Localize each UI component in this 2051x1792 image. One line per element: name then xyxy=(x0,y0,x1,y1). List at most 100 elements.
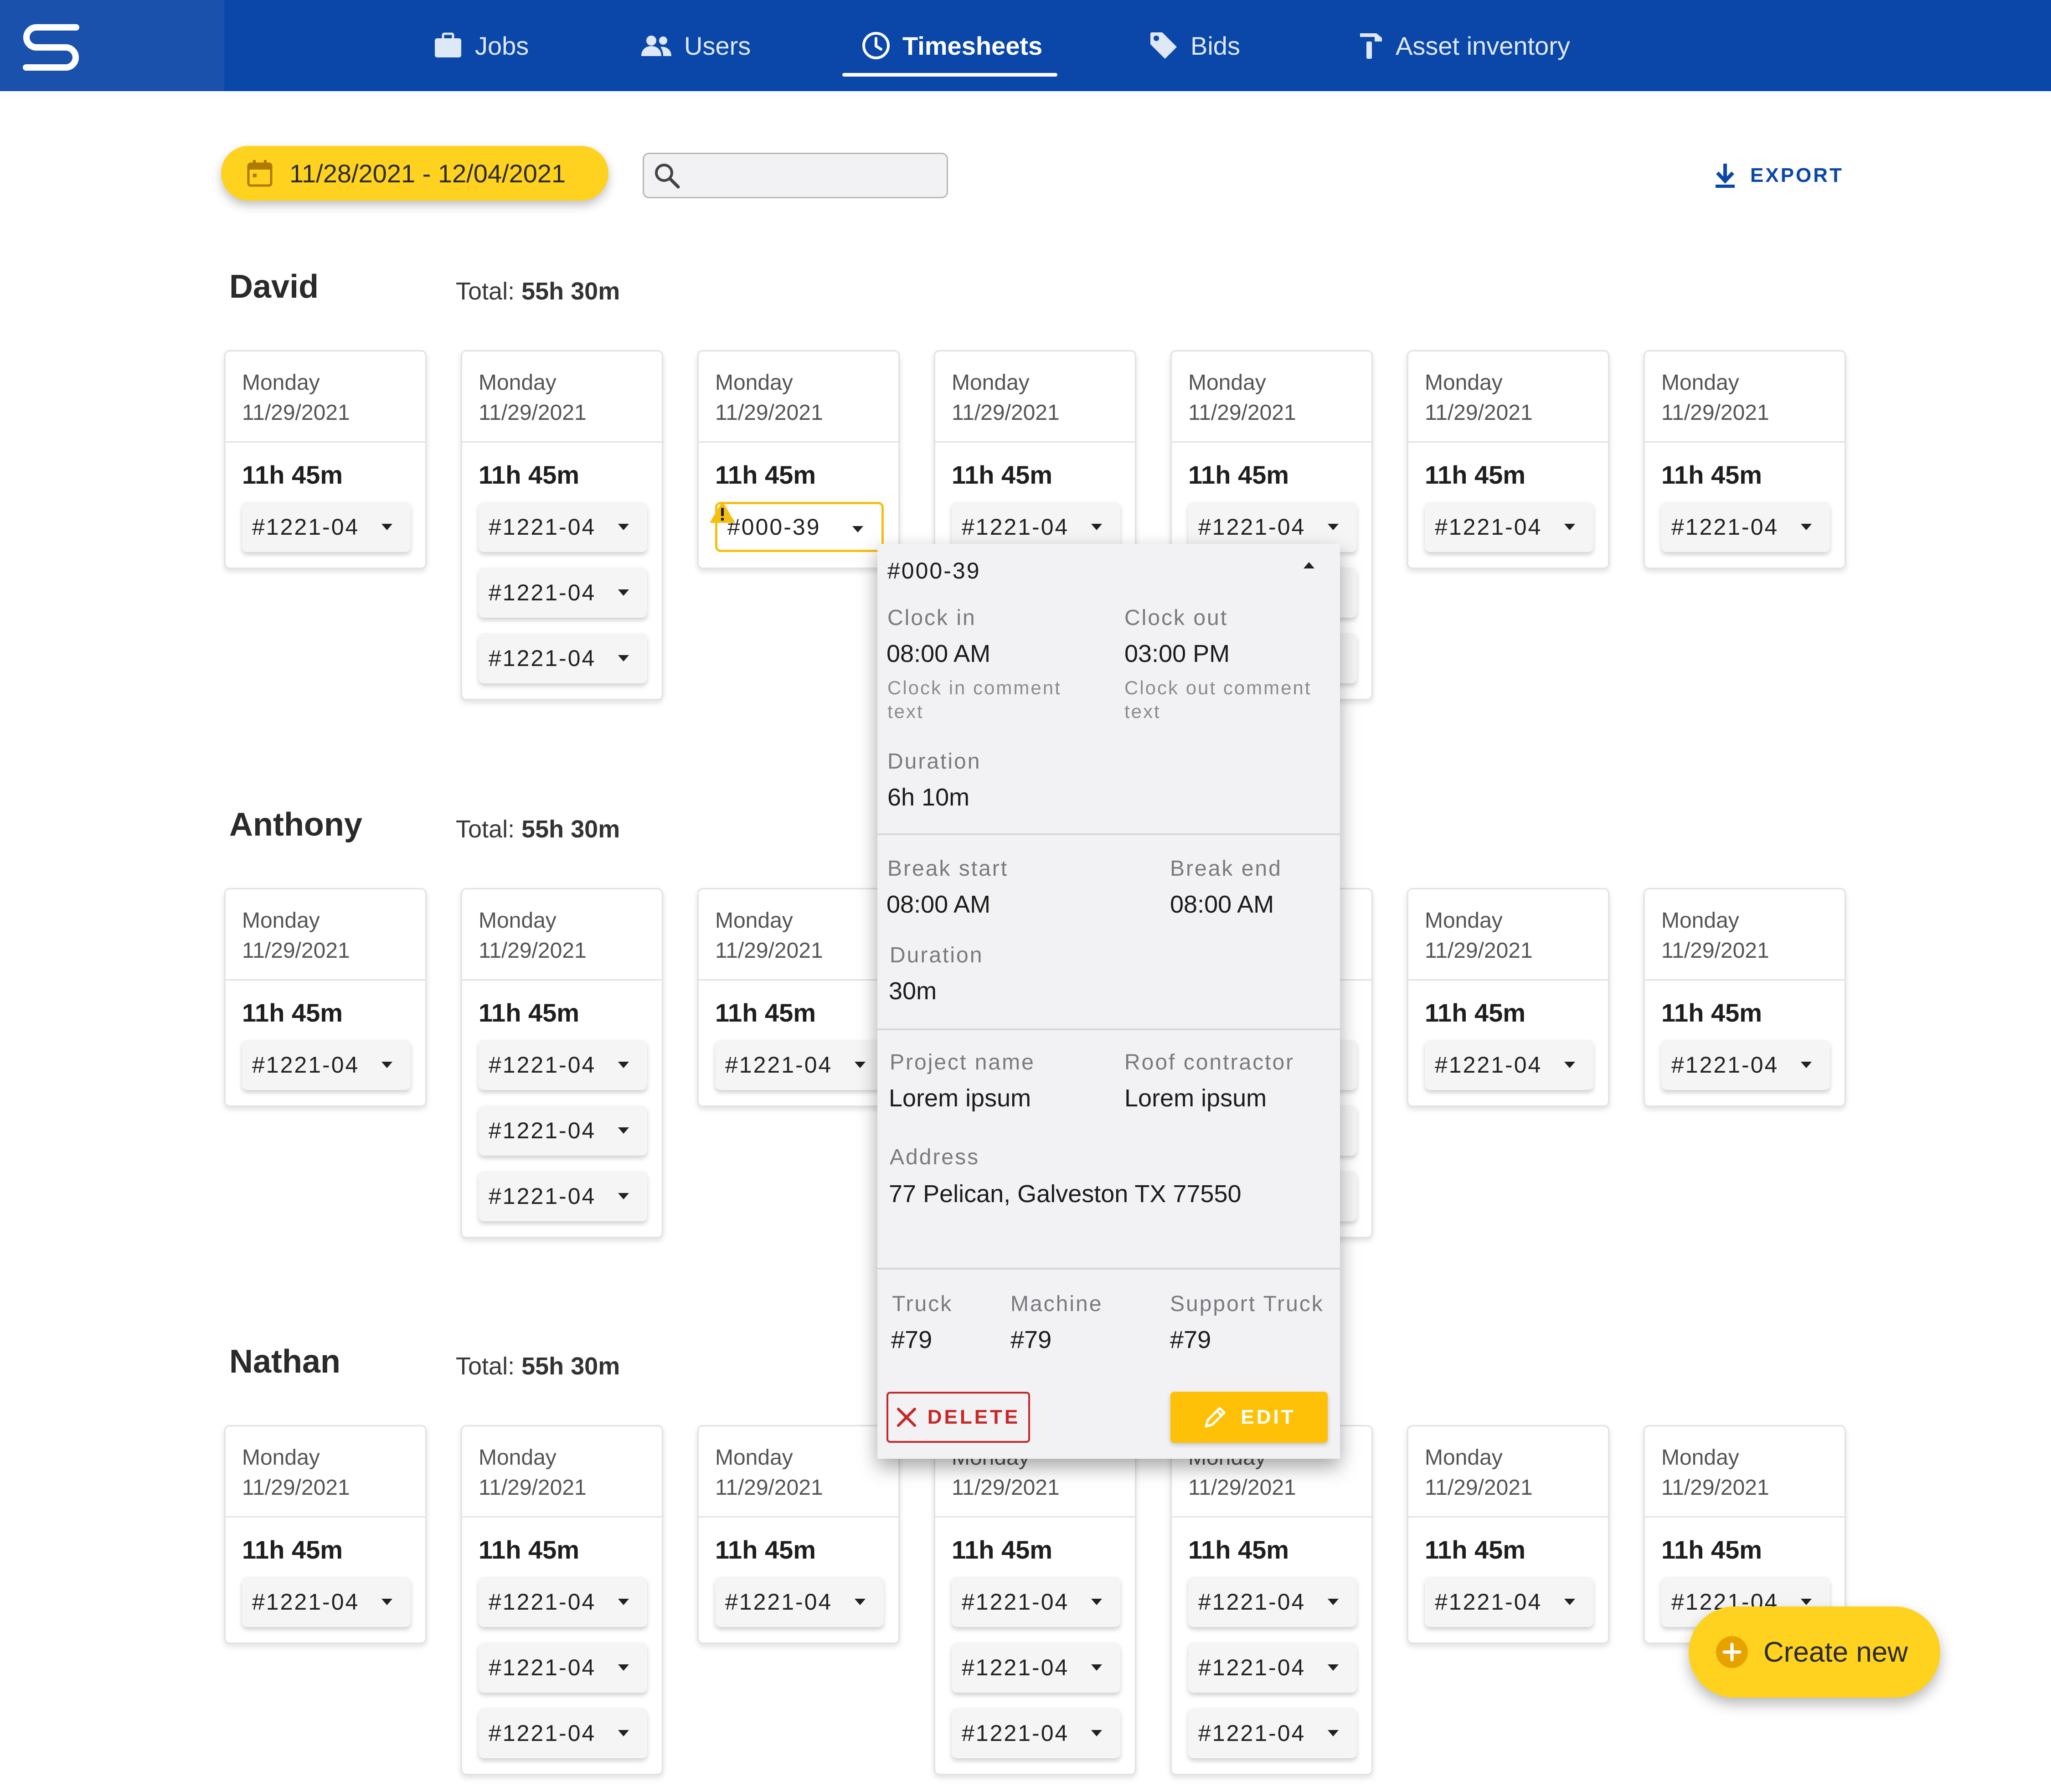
popover-divider xyxy=(877,1028,1340,1030)
day-card[interactable]: Monday11/29/202111h 45m#1221-04#1221-04#… xyxy=(461,888,663,1238)
nav-asset-inventory[interactable]: Asset inventory xyxy=(1358,0,1570,91)
job-select[interactable]: #1221-04 xyxy=(952,1642,1120,1693)
job-select[interactable]: #1221-04 xyxy=(1188,1577,1357,1627)
search-input[interactable] xyxy=(687,163,942,188)
day-card[interactable]: Monday 11/29/2021 11h 45m #1221-04 xyxy=(224,350,427,569)
day-card[interactable]: Monday11/29/202111h 45m#1221-04#1221-04#… xyxy=(1170,1425,1373,1775)
job-select[interactable]: #1221-04 xyxy=(1425,1040,1593,1090)
nav-users-label: Users xyxy=(684,31,751,60)
clock-out-value: 03:00 PM xyxy=(1124,640,1230,667)
day-card[interactable]: Monday 11/29/2021 11h 45m #1221-04 xyxy=(224,1425,427,1644)
day-card-header: Monday 11/29/2021 xyxy=(699,1426,898,1518)
day-card-header: Monday 11/29/2021 xyxy=(699,351,898,443)
job-select[interactable]: #1221-04 xyxy=(479,1171,647,1221)
job-select[interactable]: #1221-04 xyxy=(479,502,647,552)
job-select[interactable]: #1221-04 xyxy=(479,568,647,618)
job-number: #1221-04 xyxy=(489,1183,596,1209)
day-date: 11/29/2021 xyxy=(1188,1476,1296,1500)
job-number: #1221-04 xyxy=(489,1655,596,1680)
popover-divider xyxy=(877,1268,1340,1270)
nav-asset-inventory-label: Asset inventory xyxy=(1396,31,1570,60)
job-select[interactable]: #1221-04 xyxy=(952,1577,1120,1627)
job-select[interactable]: #1221-04 xyxy=(479,1642,647,1693)
caret-down-icon xyxy=(1328,1599,1339,1605)
day-card[interactable]: Monday 11/29/2021 11h 45m #1221-04 xyxy=(1644,350,1846,569)
day-card[interactable]: Monday 11/29/2021 11h 45m #000-39 xyxy=(697,350,900,569)
nav-jobs[interactable]: Jobs xyxy=(433,0,529,91)
day-card[interactable]: Monday 11/29/2021 11h 45m #1221-04 xyxy=(697,888,900,1107)
active-tab-indicator xyxy=(842,73,1057,77)
create-new-button[interactable]: Create new xyxy=(1689,1606,1940,1698)
job-select[interactable]: #000-39 xyxy=(715,502,884,552)
caret-down-icon xyxy=(618,1127,629,1134)
day-date: 11/29/2021 xyxy=(479,1476,587,1500)
job-select[interactable]: #1221-04 xyxy=(715,1577,884,1627)
logo[interactable] xyxy=(0,0,224,91)
day-card[interactable]: Monday 11/29/2021 11h 45m #1221-04 xyxy=(1407,1425,1609,1644)
download-icon xyxy=(1716,164,1735,188)
day-card[interactable]: Monday11/29/202111h 45m#1221-04#1221-04#… xyxy=(461,1425,663,1775)
day-card-header: Monday 11/29/2021 xyxy=(462,889,662,981)
day-card[interactable]: Monday 11/29/2021 11h 45m #1221-04 xyxy=(697,1425,900,1644)
day-card[interactable]: Monday11/29/202111h 45m#1221-04#1221-04#… xyxy=(934,1425,1136,1775)
day-card[interactable]: Monday 11/29/2021 11h 45m #1221-04 xyxy=(224,888,427,1107)
day-card-header: Monday 11/29/2021 xyxy=(1408,889,1608,981)
roof-contractor-label: Roof contractor xyxy=(1124,1050,1295,1074)
day-card[interactable]: Monday 11/29/2021 11h 45m #1221-04 xyxy=(1644,888,1846,1107)
search-field[interactable] xyxy=(643,153,948,198)
clock-out-comment: Clock out comment text xyxy=(1124,677,1312,722)
nav-bids[interactable]: Bids xyxy=(1149,0,1240,91)
job-select[interactable]: #1221-04 xyxy=(1425,1577,1593,1627)
job-select[interactable]: #1221-04 xyxy=(479,633,647,683)
day-date: 11/29/2021 xyxy=(1188,401,1296,425)
job-select[interactable]: #1221-04 xyxy=(1188,1708,1357,1758)
day-name: Monday xyxy=(479,371,557,395)
day-date: 11/29/2021 xyxy=(242,939,350,963)
job-select[interactable]: #1221-04 xyxy=(1425,502,1593,552)
caret-down-icon xyxy=(618,1599,629,1605)
job-select[interactable]: #1221-04 xyxy=(1188,1642,1357,1693)
date-range-picker[interactable]: 11/28/2021 - 12/04/2021 xyxy=(221,146,608,201)
job-select[interactable]: #1221-04 xyxy=(479,1105,647,1156)
brand-logo-icon xyxy=(23,24,79,71)
job-select[interactable]: #1221-04 xyxy=(242,1040,411,1090)
caret-down-icon xyxy=(1801,1599,1812,1605)
total-value: 55h 30m xyxy=(521,278,620,305)
total-value: 55h 30m xyxy=(521,1353,620,1380)
job-select[interactable]: #1221-04 xyxy=(479,1708,647,1758)
day-card-header: Monday 11/29/2021 xyxy=(226,1426,425,1518)
edit-button[interactable]: EDIT xyxy=(1170,1392,1328,1443)
nav-jobs-label: Jobs xyxy=(475,31,529,60)
job-select[interactable]: #1221-04 xyxy=(242,502,411,552)
nav-users[interactable]: Users xyxy=(640,0,751,91)
close-icon xyxy=(897,1408,916,1427)
job-select[interactable]: #1221-04 xyxy=(952,1708,1120,1758)
job-select[interactable]: #1221-04 xyxy=(242,1577,411,1627)
nav-timesheets[interactable]: Timesheets xyxy=(861,0,1042,91)
delete-button[interactable]: DELETE xyxy=(886,1392,1030,1443)
day-card[interactable]: Monday 11/29/2021 11h 45m #1221-04 xyxy=(934,350,1136,569)
job-select[interactable]: #1221-04 xyxy=(715,1040,884,1090)
create-new-label: Create new xyxy=(1763,1636,1908,1668)
day-card[interactable]: Monday11/29/202111h 45m#1221-04#1221-04#… xyxy=(461,350,663,700)
day-card[interactable]: Monday 11/29/2021 11h 45m #1221-04 xyxy=(1407,888,1609,1107)
day-total-hours: 11h 45m xyxy=(715,1535,816,1564)
day-card-header: Monday 11/29/2021 xyxy=(1172,351,1371,443)
job-select[interactable]: #1221-04 xyxy=(479,1040,647,1090)
export-button[interactable]: EXPORT xyxy=(1714,160,1844,191)
job-select[interactable]: #1221-04 xyxy=(479,1577,647,1627)
day-card-header: Monday 11/29/2021 xyxy=(462,1426,662,1518)
edit-label: EDIT xyxy=(1241,1406,1296,1428)
clock-out-label: Clock out xyxy=(1124,606,1228,630)
day-name: Monday xyxy=(1425,909,1503,933)
job-select[interactable]: #1221-04 xyxy=(1661,502,1830,552)
caret-down-icon xyxy=(1564,1599,1575,1605)
job-select[interactable]: #1221-04 xyxy=(1661,1040,1830,1090)
day-card[interactable]: Monday 11/29/2021 11h 45m #1221-04 xyxy=(1407,350,1609,569)
day-date: 11/29/2021 xyxy=(479,939,587,963)
clock-in-value: 08:00 AM xyxy=(886,640,991,667)
nav-bids-label: Bids xyxy=(1190,31,1240,60)
day-date: 11/29/2021 xyxy=(715,1476,823,1500)
collapse-caret-icon[interactable] xyxy=(1304,562,1314,568)
hammer-icon xyxy=(1360,33,1382,59)
